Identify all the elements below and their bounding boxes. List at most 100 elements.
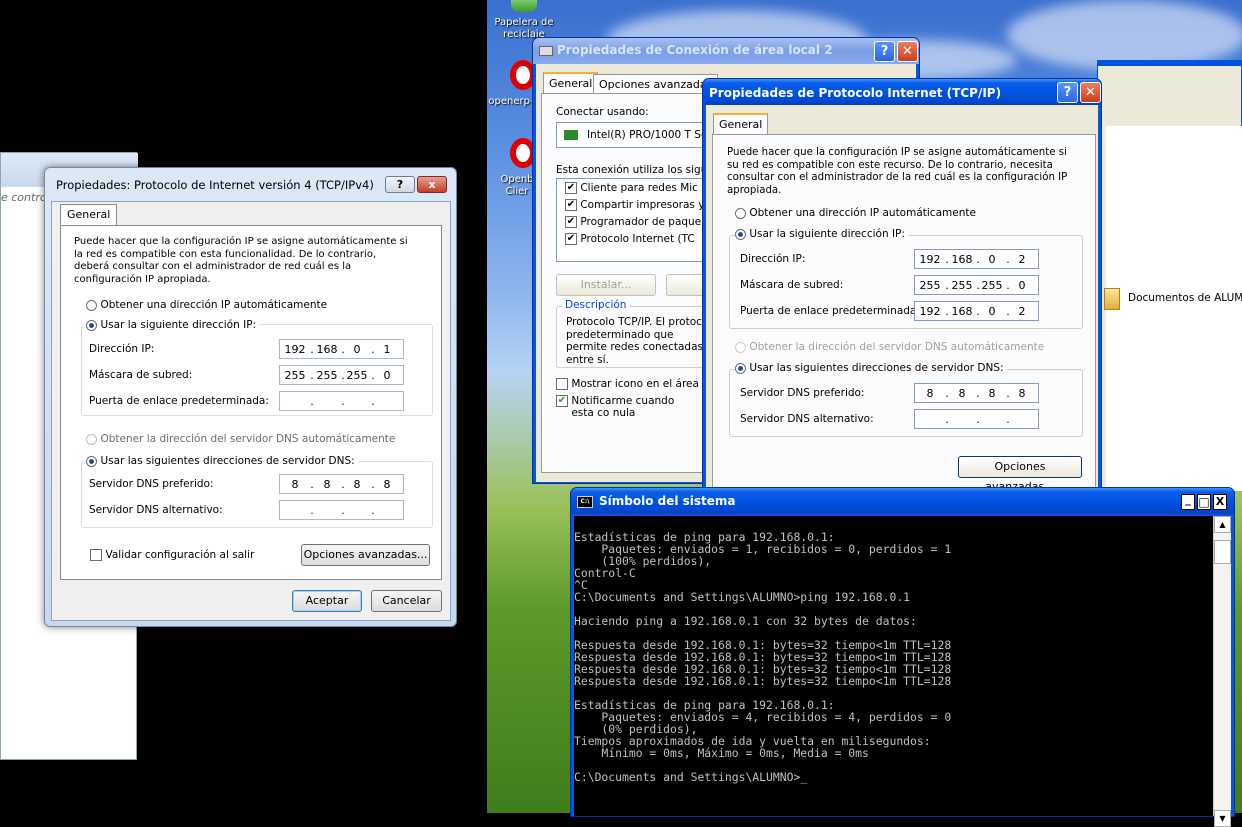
ip-address-field[interactable]: 192. 168. 0. 1: [279, 339, 404, 359]
mask-octet-4: 0: [383, 369, 391, 382]
component-item[interactable]: ✔ Programador de paque: [565, 216, 701, 228]
tcpip-radio-auto-dns[interactable]: Obtener la dirección del servidor DNS au…: [735, 341, 1044, 353]
lan-tab-general[interactable]: General: [543, 72, 599, 94]
ipv4-dialog-title: Propiedades: Protocolo de Internet versi…: [56, 178, 374, 192]
lan-help-button[interactable]: ?: [874, 41, 895, 62]
recycle-bin-icon[interactable]: [511, 0, 537, 12]
dot: .: [945, 413, 949, 426]
validate-checkbox-box[interactable]: [90, 549, 102, 561]
dot: .: [310, 395, 314, 408]
background-explorer-window: Documentos de ALUMNO: [1097, 60, 1242, 491]
dot: .: [310, 478, 314, 491]
scroll-up-button[interactable]: ▲: [1214, 516, 1231, 533]
gw-octet-4: 2: [1018, 305, 1026, 318]
cmd-minimize-button[interactable]: _: [1181, 494, 1195, 510]
component-label: Cliente para redes Mic: [580, 182, 698, 194]
radio-indicator[interactable]: [735, 228, 746, 240]
tcpip-advanced-button[interactable]: Opciones avanzadas...: [958, 456, 1082, 493]
radio-indicator[interactable]: [735, 207, 746, 219]
radio-auto-ip-indicator[interactable]: [86, 299, 97, 311]
scroll-thumb[interactable]: [1214, 540, 1231, 564]
component-item[interactable]: ✔ Cliente para redes Mic: [565, 182, 698, 194]
tcpip-radio-manual-dns[interactable]: Usar las siguientes direcciones de servi…: [735, 362, 1007, 374]
cmd-output[interactable]: Estadísticas de ping para 192.168.0.1: P…: [574, 516, 1213, 816]
component-label: Compartir impresoras y: [580, 199, 705, 211]
adapter-icon: [564, 130, 578, 140]
mask-octet-2: 255: [951, 279, 973, 292]
tcpip-close-button[interactable]: ✕: [1080, 82, 1101, 103]
dot: .: [371, 504, 375, 517]
subnet-mask-field[interactable]: 255. 255. 255. 0: [279, 365, 404, 385]
tab-general[interactable]: General: [60, 204, 118, 226]
cancel-button[interactable]: Cancelar: [371, 590, 442, 612]
radio-auto-ip-label: Obtener una dirección IP automáticamente: [100, 299, 328, 311]
dns-preferred-field[interactable]: 8. 8. 8. 8: [279, 474, 404, 494]
dns-alternate-label: Servidor DNS alternativo:: [89, 504, 223, 516]
radio-label: Usar la siguiente dirección IP:: [749, 228, 905, 240]
cmd-close-button[interactable]: X: [1213, 494, 1227, 510]
help-button[interactable]: ?: [385, 176, 415, 193]
accept-button[interactable]: Aceptar: [292, 590, 362, 612]
close-button[interactable]: x: [417, 176, 447, 193]
dot: .: [341, 395, 345, 408]
tcpip-dialog: Propiedades de Protocolo Internet (TCP/I…: [702, 78, 1102, 493]
component-checkbox[interactable]: ✔: [565, 216, 577, 228]
ip-label: Dirección IP:: [89, 343, 155, 355]
tcpip-dns-pref-field[interactable]: 8. 8. 8. 8: [914, 383, 1039, 403]
tcpip-gateway-field[interactable]: 192. 168. 0. 2: [914, 301, 1039, 321]
ipv4-dialog: Propiedades: Protocolo de Internet versi…: [44, 167, 457, 627]
tcpip-radio-auto-ip[interactable]: Obtener una dirección IP automáticamente: [735, 207, 976, 219]
mask-octet-2: 255: [316, 369, 338, 382]
documents-label[interactable]: Documentos de ALUMNO: [1128, 292, 1242, 304]
show-icon-checkbox[interactable]: Mostrar icono en el área de: [556, 378, 715, 390]
show-icon-box[interactable]: [556, 378, 568, 390]
tcpip-ip-field[interactable]: 192. 168. 0. 2: [914, 249, 1039, 269]
radio-manual-ip[interactable]: Usar la siguiente dirección IP:: [86, 318, 260, 331]
lan-dialog-title: Propiedades de Conexión de área local 2: [557, 43, 833, 57]
tcpip-mask-field[interactable]: 255. 255. 255. 0: [914, 275, 1039, 295]
dns-octet-3: 8: [353, 478, 361, 491]
tcpip-tab-general[interactable]: General: [713, 113, 769, 135]
radio-label: Obtener la dirección del servidor DNS au…: [749, 341, 1045, 353]
ipv4-description: Puede hacer que la configuración IP se a…: [74, 236, 408, 285]
lan-close-button[interactable]: ✕: [897, 41, 918, 62]
dot: .: [310, 343, 314, 356]
gateway-field[interactable]: ...: [279, 391, 404, 411]
gw-octet-1: 192: [919, 305, 941, 318]
radio-manual-dns[interactable]: Usar las siguientes direcciones de servi…: [86, 454, 358, 467]
radio-auto-ip[interactable]: Obtener una dirección IP automáticamente: [86, 298, 327, 311]
dot: .: [341, 504, 345, 517]
description-title: Descripción: [562, 299, 630, 311]
tcpip-dns-alt-field[interactable]: ...: [914, 409, 1039, 429]
radio-indicator[interactable]: [735, 362, 746, 374]
cmd-maximize-button[interactable]: □: [1197, 494, 1211, 510]
install-button[interactable]: Instalar...: [556, 274, 656, 296]
openerp-label[interactable]: openerp-: [487, 96, 535, 107]
component-checkbox[interactable]: ✔: [565, 199, 577, 211]
notify-checkbox[interactable]: ✔ Notificarme cuando esta co nula: [556, 395, 699, 419]
radio-auto-dns-indicator[interactable]: [86, 433, 97, 445]
radio-indicator[interactable]: [735, 341, 746, 353]
validate-checkbox[interactable]: Validar configuración al salir: [90, 548, 254, 561]
lan-tab-advanced[interactable]: Opciones avanzadas: [593, 74, 719, 94]
cmd-scrollbar[interactable]: ▲ ▼: [1213, 516, 1231, 827]
radio-manual-ip-indicator[interactable]: [86, 319, 97, 331]
dot: .: [945, 387, 949, 400]
component-checkbox[interactable]: ✔: [565, 233, 577, 245]
mask-octet-1: 255: [284, 369, 306, 382]
dns-alternate-field[interactable]: ...: [279, 500, 404, 520]
folder-icon[interactable]: [1104, 288, 1120, 310]
tcpip-radio-manual-ip[interactable]: Usar la siguiente dirección IP:: [735, 228, 908, 240]
advanced-options-button[interactable]: Opciones avanzadas...: [301, 544, 430, 566]
tcpip-description: Puede hacer que la configuración IP se a…: [727, 147, 1068, 196]
component-item[interactable]: ✔ Compartir impresoras y: [565, 199, 704, 211]
radio-auto-dns[interactable]: Obtener la dirección del servidor DNS au…: [86, 432, 395, 445]
component-checkbox[interactable]: ✔: [565, 182, 577, 194]
radio-manual-dns-indicator[interactable]: [86, 455, 97, 467]
tcpip-help-button[interactable]: ?: [1057, 82, 1078, 103]
mask-octet-3: 255: [346, 369, 368, 382]
component-item[interactable]: ✔ Protocolo Internet (TC: [565, 233, 695, 245]
cmd-output-text: Estadísticas de ping para 192.168.0.1: P…: [574, 530, 952, 784]
dot: .: [1006, 413, 1010, 426]
notify-box[interactable]: ✔: [556, 395, 568, 407]
